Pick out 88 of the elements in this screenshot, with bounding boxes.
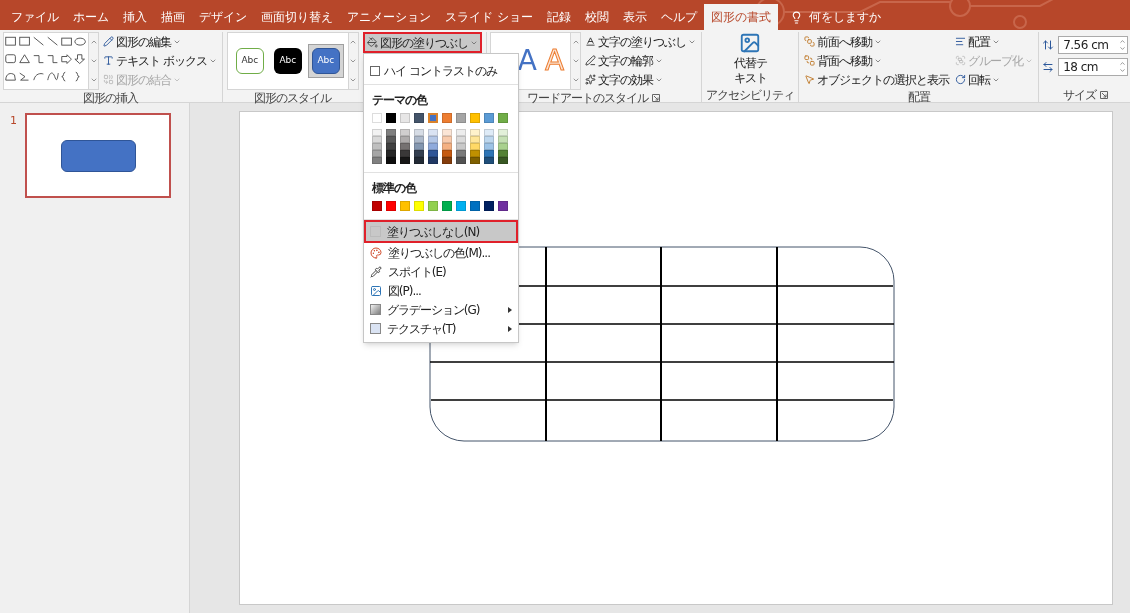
ribbon-tab[interactable]: ファイル xyxy=(4,4,66,30)
text-style-icon xyxy=(585,36,597,47)
group-label: 図形のスタイル xyxy=(254,91,332,104)
submenu-arrow-icon xyxy=(507,306,512,313)
ribbon-button[interactable]: 文字の塗りつぶし xyxy=(583,32,699,51)
menu-item[interactable]: スポイト(E) xyxy=(365,262,516,281)
ribbon-tab[interactable]: 校閲 xyxy=(577,4,616,30)
ribbon-button[interactable]: 文字の効果 xyxy=(583,70,699,89)
menu-item[interactable]: グラデーション(G) xyxy=(365,300,516,319)
dialog-launcher-icon[interactable] xyxy=(652,93,661,102)
ribbon-button[interactable]: オブジェクトの選択と表示 xyxy=(802,70,952,89)
wordart-preset[interactable]: A xyxy=(517,47,537,75)
ribbon-button[interactable]: 文字の輪郭 xyxy=(583,51,699,70)
gradient-icon xyxy=(369,304,381,315)
palette-icon xyxy=(369,246,382,259)
tell-me-search[interactable]: 何をしますか xyxy=(777,4,893,30)
arrange-icon xyxy=(955,74,967,85)
menu-item-label: スポイト(E) xyxy=(387,263,447,281)
menu-item-label: グラデーション(G) xyxy=(386,301,481,319)
ribbon-button[interactable]: 前面へ移動 xyxy=(802,32,952,51)
ribbon-tab[interactable]: ヘルプ xyxy=(653,4,704,30)
ribbon-button[interactable]: 図形の編集 xyxy=(101,32,219,51)
menu-heading: テーマの色 xyxy=(370,92,429,109)
ribbon-tab[interactable]: デザイン xyxy=(192,4,254,30)
color-swatch[interactable] xyxy=(427,113,438,123)
shape-tool-icon xyxy=(103,55,114,66)
eyedropper-icon xyxy=(369,265,382,278)
size-field[interactable]: 18 cm xyxy=(1058,58,1129,76)
spin-up-icon[interactable] xyxy=(1119,38,1127,45)
arrange-icon xyxy=(804,74,816,85)
menu-item[interactable]: テクスチャ(T) xyxy=(365,319,516,338)
menu-item[interactable]: 図(P)... xyxy=(365,281,516,300)
size-field[interactable]: 7.56 cm xyxy=(1058,36,1129,54)
ribbon-tab[interactable]: 図形の書式 xyxy=(703,4,778,30)
group-label: 配置 xyxy=(907,90,930,103)
group-label: ワードアートのスタイル xyxy=(527,91,649,104)
spin-down-icon[interactable] xyxy=(1119,67,1127,74)
text-style-icon xyxy=(585,74,597,85)
spin-down-icon[interactable] xyxy=(1119,45,1127,52)
checkbox-option[interactable]: ハイ コントラストのみ xyxy=(369,62,512,80)
shape-tool-icon xyxy=(103,74,114,85)
menu-item-label: テクスチャ(T) xyxy=(386,320,457,338)
ribbon-tab[interactable]: ホーム xyxy=(66,4,116,30)
group-label: サイズ xyxy=(1062,88,1096,101)
image-icon xyxy=(369,284,382,297)
menu-item-label: 塗りつぶしの色(M)... xyxy=(387,244,491,262)
ribbon-tab[interactable]: 表示 xyxy=(615,4,654,30)
group-label: アクセシビリティ xyxy=(706,88,795,101)
group-label: 図形の挿入 xyxy=(83,91,139,104)
menu-heading: 標準の色 xyxy=(370,180,418,197)
dialog-launcher-icon[interactable] xyxy=(1099,90,1108,99)
scroll-down-icon[interactable] xyxy=(571,57,580,65)
dimension-icon xyxy=(1042,39,1055,51)
menu-item-label: 図(P)... xyxy=(387,282,422,300)
ribbon-tab[interactable]: アニメーション xyxy=(340,4,438,30)
ribbon-button[interactable]: 回転 xyxy=(953,70,1036,89)
ribbon-tab[interactable]: 挿入 xyxy=(116,4,154,30)
dimension-icon xyxy=(1042,61,1055,73)
alt-text-button[interactable]: 代替テキスト xyxy=(730,32,771,87)
ribbon-button[interactable]: テキスト ボックス xyxy=(101,51,219,70)
arrange-icon xyxy=(955,36,967,47)
shape-tool-icon xyxy=(103,36,114,47)
texture-icon xyxy=(369,323,381,334)
gallery-scroll-buttons[interactable] xyxy=(88,33,98,89)
ribbon-tab[interactable]: スライド ショー xyxy=(438,4,540,30)
ribbon-tab[interactable]: 記録 xyxy=(539,4,578,30)
style-preset[interactable]: Abc xyxy=(307,44,344,78)
ribbon-button[interactable]: 背面へ移動 xyxy=(802,51,952,70)
paint-bucket-icon xyxy=(366,37,378,48)
menu-item[interactable]: 塗りつぶしなし(N) xyxy=(365,222,516,241)
ribbon-tab[interactable]: 描画 xyxy=(154,4,192,30)
alt-text-icon xyxy=(739,32,762,54)
arrange-icon xyxy=(804,36,816,47)
scroll-down-icon[interactable] xyxy=(89,57,98,65)
slide-number: 1 xyxy=(10,113,17,129)
checkbox[interactable] xyxy=(369,66,380,76)
submenu-arrow-icon xyxy=(507,325,512,332)
ribbon-button[interactable]: 配置 xyxy=(953,32,1036,51)
scroll-down-icon[interactable] xyxy=(349,57,358,65)
arrange-icon xyxy=(804,55,816,66)
shape-fill-button[interactable]: 図形の塗りつぶし xyxy=(362,32,482,53)
menu-item-label: 塗りつぶしなし(N) xyxy=(386,223,481,241)
text-style-icon xyxy=(585,55,597,66)
ribbon-tab[interactable]: 画面切り替え xyxy=(254,4,340,30)
menu-item[interactable]: 塗りつぶしの色(M)... xyxy=(365,243,516,262)
slide-thumbnail[interactable] xyxy=(25,113,171,198)
arrange-icon xyxy=(955,55,967,66)
spin-up-icon[interactable] xyxy=(1119,60,1127,67)
